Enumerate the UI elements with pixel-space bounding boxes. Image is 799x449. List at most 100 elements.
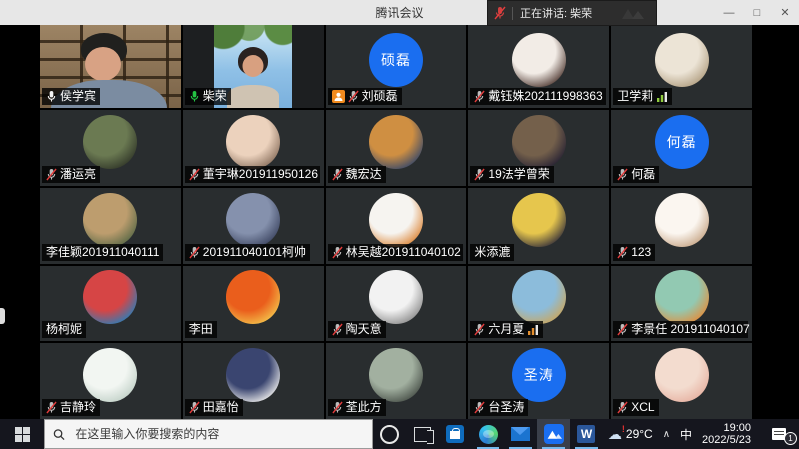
window-controls: — □ ✕ [715, 0, 799, 25]
participant-name-label: 六月夏 [470, 321, 543, 338]
task-view-icon [414, 427, 431, 442]
system-tray: ☁! 29°C ∧ 中 19:00 2022/5/23 1 [603, 419, 799, 449]
participant-tile[interactable]: 林吴越201911040102 [326, 188, 467, 264]
participant-tile[interactable]: 侯学宾 [40, 25, 181, 108]
participant-name: XCL [631, 400, 654, 415]
participant-name: 201911040101柯帅 [203, 245, 306, 260]
avatar [655, 270, 709, 324]
participant-name-label: 何磊 [613, 166, 659, 183]
participant-name: 米添漉 [474, 245, 510, 260]
muted-mic-icon [617, 323, 628, 336]
mail-button[interactable] [504, 419, 537, 449]
participant-name-label: 台圣涛 [470, 399, 528, 416]
participant-name-label: 田嘉怡 [185, 399, 243, 416]
participant-tile[interactable]: 戴钰姝202111998363 [468, 25, 609, 108]
hidden-icons-chevron[interactable]: ∧ [658, 419, 675, 449]
participant-tile[interactable]: XCL [611, 343, 752, 419]
muted-mic-icon[interactable] [494, 6, 506, 20]
search-input[interactable] [73, 426, 364, 442]
participant-tile[interactable]: 123 [611, 188, 752, 264]
maximize-button[interactable]: □ [743, 0, 771, 25]
avatar [369, 193, 423, 247]
participant-tile[interactable]: 陶天意 [326, 266, 467, 342]
action-center-button[interactable]: 1 [759, 419, 799, 449]
banner-divider [512, 7, 513, 20]
participant-tile[interactable]: 荃此方 [326, 343, 467, 419]
start-button[interactable] [0, 419, 44, 449]
participant-tile[interactable]: 19法学曾荣 [468, 110, 609, 186]
participant-tile[interactable]: 米添漉 [468, 188, 609, 264]
participant-name: 台圣涛 [488, 400, 524, 415]
ime-label: 中 [680, 426, 692, 443]
muted-mic-icon [474, 323, 485, 336]
muted-mic-icon [189, 246, 200, 259]
participant-tile[interactable]: 六月夏 [468, 266, 609, 342]
avatar [83, 348, 137, 402]
temperature-label: 29°C [626, 427, 653, 441]
previous-page-arrow[interactable] [0, 308, 5, 324]
taskbar-search[interactable] [44, 419, 373, 449]
microsoft-store-button[interactable] [439, 419, 472, 449]
participant-name-label: 吉静玲 [42, 399, 100, 416]
minimize-button[interactable]: — [715, 0, 743, 25]
participant-name-label: 刘硕磊 [328, 88, 402, 105]
participant-tile[interactable]: 魏宏达 [326, 110, 467, 186]
muted-mic-icon [474, 168, 485, 181]
participant-tile[interactable]: 何磊何磊 [611, 110, 752, 186]
participant-tile[interactable]: 201911040101柯帅 [183, 188, 324, 264]
tencent-meeting-button[interactable] [537, 419, 570, 449]
close-button[interactable]: ✕ [771, 0, 799, 25]
participant-tile[interactable]: 吉静玲 [40, 343, 181, 419]
word-button[interactable]: W [570, 419, 603, 449]
avatar [226, 115, 280, 169]
avatar: 圣涛 [512, 348, 566, 402]
participant-name: 魏宏达 [346, 167, 382, 182]
participant-name: 李田 [189, 322, 213, 337]
windows-logo-icon [15, 427, 30, 442]
mic-on-icon [46, 90, 57, 103]
muted-mic-icon [189, 168, 200, 181]
participant-tile[interactable]: 李佳颖201911040111 [40, 188, 181, 264]
speaking-banner[interactable]: 正在讲话: 柴荣 [487, 0, 657, 26]
participant-tile[interactable]: 董宇琳201911950126 [183, 110, 324, 186]
participant-name: 123 [631, 245, 651, 260]
clock-time: 19:00 [723, 422, 751, 434]
store-icon [446, 425, 464, 443]
network-signal-icon [656, 91, 668, 102]
participant-tile[interactable]: 硕磊刘硕磊 [326, 25, 467, 108]
avatar [369, 348, 423, 402]
edge-button[interactable] [472, 419, 505, 449]
avatar: 硕磊 [369, 33, 423, 87]
taskbar-clock[interactable]: 19:00 2022/5/23 [697, 419, 759, 449]
windows-taskbar: W ☁! 29°C ∧ 中 19:00 2022/5/23 1 [0, 419, 799, 449]
avatar [512, 270, 566, 324]
participant-tile[interactable]: 卫学莉 [611, 25, 752, 108]
weather-widget[interactable]: ☁! 29°C [603, 419, 658, 449]
participant-tile[interactable]: 潘运亮 [40, 110, 181, 186]
participant-tile[interactable]: 圣涛台圣涛 [468, 343, 609, 419]
participant-grid: 侯学宾柴荣硕磊刘硕磊戴钰姝202111998363卫学莉潘运亮董宇琳201911… [40, 25, 752, 419]
participant-name-label: 侯学宾 [42, 88, 100, 105]
chevron-up-icon: ∧ [663, 429, 670, 440]
task-view-button[interactable] [406, 419, 439, 449]
speaking-mic-icon [189, 90, 200, 103]
participant-name-label: 戴钰姝202111998363 [470, 88, 605, 105]
participant-name: 卫学莉 [617, 89, 653, 104]
avatar [369, 115, 423, 169]
participant-name: 杨柯妮 [46, 322, 82, 337]
participant-tile[interactable]: 李景任 201911040107 [611, 266, 752, 342]
participant-tile[interactable]: 田嘉怡 [183, 343, 324, 419]
participant-name-label: 201911040101柯帅 [185, 244, 310, 261]
participant-name-label: 潘运亮 [42, 166, 100, 183]
participant-tile[interactable]: 柴荣 [183, 25, 324, 108]
cortana-button[interactable] [373, 419, 406, 449]
muted-mic-icon [332, 246, 343, 259]
avatar [655, 193, 709, 247]
edge-icon [479, 425, 498, 444]
participant-name-label: 林吴越201911040102 [328, 244, 463, 261]
avatar: 何磊 [655, 115, 709, 169]
muted-mic-icon [189, 401, 200, 414]
participant-tile[interactable]: 李田 [183, 266, 324, 342]
ime-indicator[interactable]: 中 [675, 419, 697, 449]
participant-tile[interactable]: 杨柯妮 [40, 266, 181, 342]
